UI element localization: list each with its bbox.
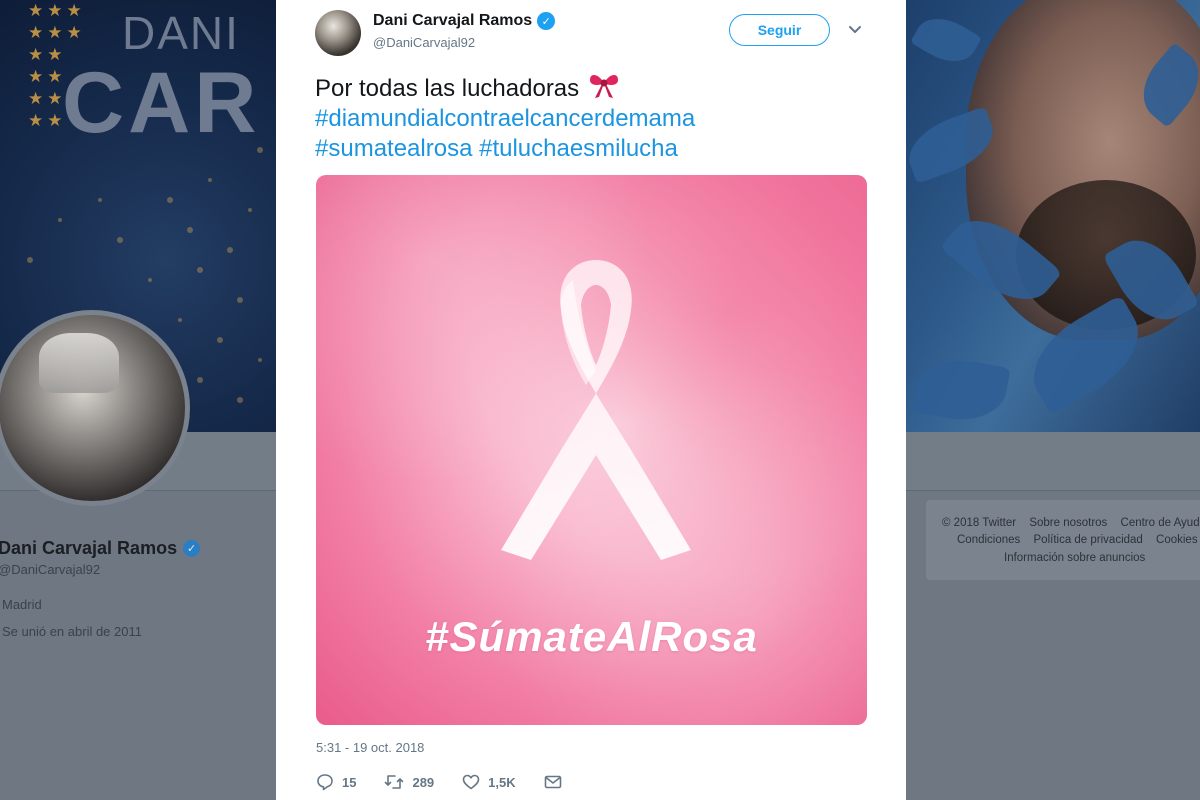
footer-link-cookies[interactable]: Cookies: [1156, 534, 1198, 546]
tweet-author-name-text: Dani Carvajal Ramos: [373, 12, 533, 29]
tweet-text-main: Por todas las luchadoras: [315, 75, 580, 102]
verified-icon: ✓: [183, 540, 201, 557]
awareness-ribbon-graphic: [501, 260, 691, 560]
chevron-down-icon[interactable]: [848, 22, 862, 36]
profile-location: Madrid: [2, 597, 42, 612]
profile-banner-right: [906, 0, 1200, 432]
footer-copyright: © 2018 Twitter: [942, 517, 1017, 529]
footer-link-privacy[interactable]: Política de privacidad: [1034, 534, 1143, 546]
profile-avatar[interactable]: [0, 310, 190, 506]
banner-name-big: CAR: [62, 55, 261, 151]
direct-message-action[interactable]: [544, 774, 562, 790]
tweet-actions: 15 289 1,5K: [316, 770, 590, 794]
profile-handle[interactable]: @DaniCarvajal92: [0, 562, 100, 577]
direct-message-icon: [544, 775, 561, 789]
verified-icon: ✓: [537, 12, 556, 30]
trophy-photo: [39, 333, 119, 393]
retweet-icon: [385, 775, 404, 789]
tweet-text: Por todas las luchadoras #diamundialcont…: [315, 70, 875, 164]
ribbon-emoji-icon: [590, 74, 619, 98]
hashtag-link[interactable]: #sumatealrosa: [315, 135, 472, 162]
reply-count: 15: [342, 774, 357, 790]
site-footer: © 2018 Twitter Sobre nosotros Centro de …: [926, 500, 1200, 580]
footer-link-help[interactable]: Centro de Ayuda: [1121, 517, 1200, 529]
reply-action[interactable]: 15: [316, 773, 356, 791]
tweet-text-line1: Por todas las luchadoras: [315, 70, 875, 104]
image-caption: #SúmateAlRosa: [425, 613, 758, 660]
like-icon: [462, 774, 480, 790]
like-action[interactable]: 1,5K: [462, 773, 516, 791]
banner-shape: [910, 7, 982, 73]
banner-name-small: DANI: [122, 7, 240, 59]
profile-name[interactable]: Dani Carvajal Ramos ✓: [0, 538, 201, 559]
tweet-author-handle[interactable]: @DaniCarvajal92: [373, 35, 475, 50]
profile-name-text: Dani Carvajal Ramos: [0, 538, 178, 558]
reply-icon: [317, 774, 333, 791]
retweet-action[interactable]: 289: [384, 773, 434, 791]
hashtag-link[interactable]: #tuluchaesmilucha: [479, 135, 678, 162]
tweet-author-name[interactable]: Dani Carvajal Ramos ✓: [373, 12, 556, 30]
like-count: 1,5K: [488, 774, 516, 790]
footer-link-about[interactable]: Sobre nosotros: [1029, 517, 1107, 529]
footer-link-ads-info[interactable]: Información sobre anuncios: [1004, 552, 1145, 564]
tweet-modal: Dani Carvajal Ramos ✓ @DaniCarvajal92 Se…: [276, 0, 906, 800]
tweet-image[interactable]: #SúmateAlRosa: [316, 175, 867, 725]
banner-shape: [911, 352, 1011, 428]
footer-link-terms[interactable]: Condiciones: [957, 534, 1020, 546]
hashtag-link[interactable]: #diamundialcontraelcancerdemama: [315, 104, 875, 134]
tweet-author-avatar[interactable]: [315, 10, 361, 56]
profile-joined-date: Se unió en abril de 2011: [2, 624, 142, 639]
follow-button[interactable]: Seguir: [729, 14, 830, 46]
tweet-timestamp[interactable]: 5:31 - 19 oct. 2018: [316, 740, 424, 755]
retweet-count: 289: [412, 774, 435, 790]
